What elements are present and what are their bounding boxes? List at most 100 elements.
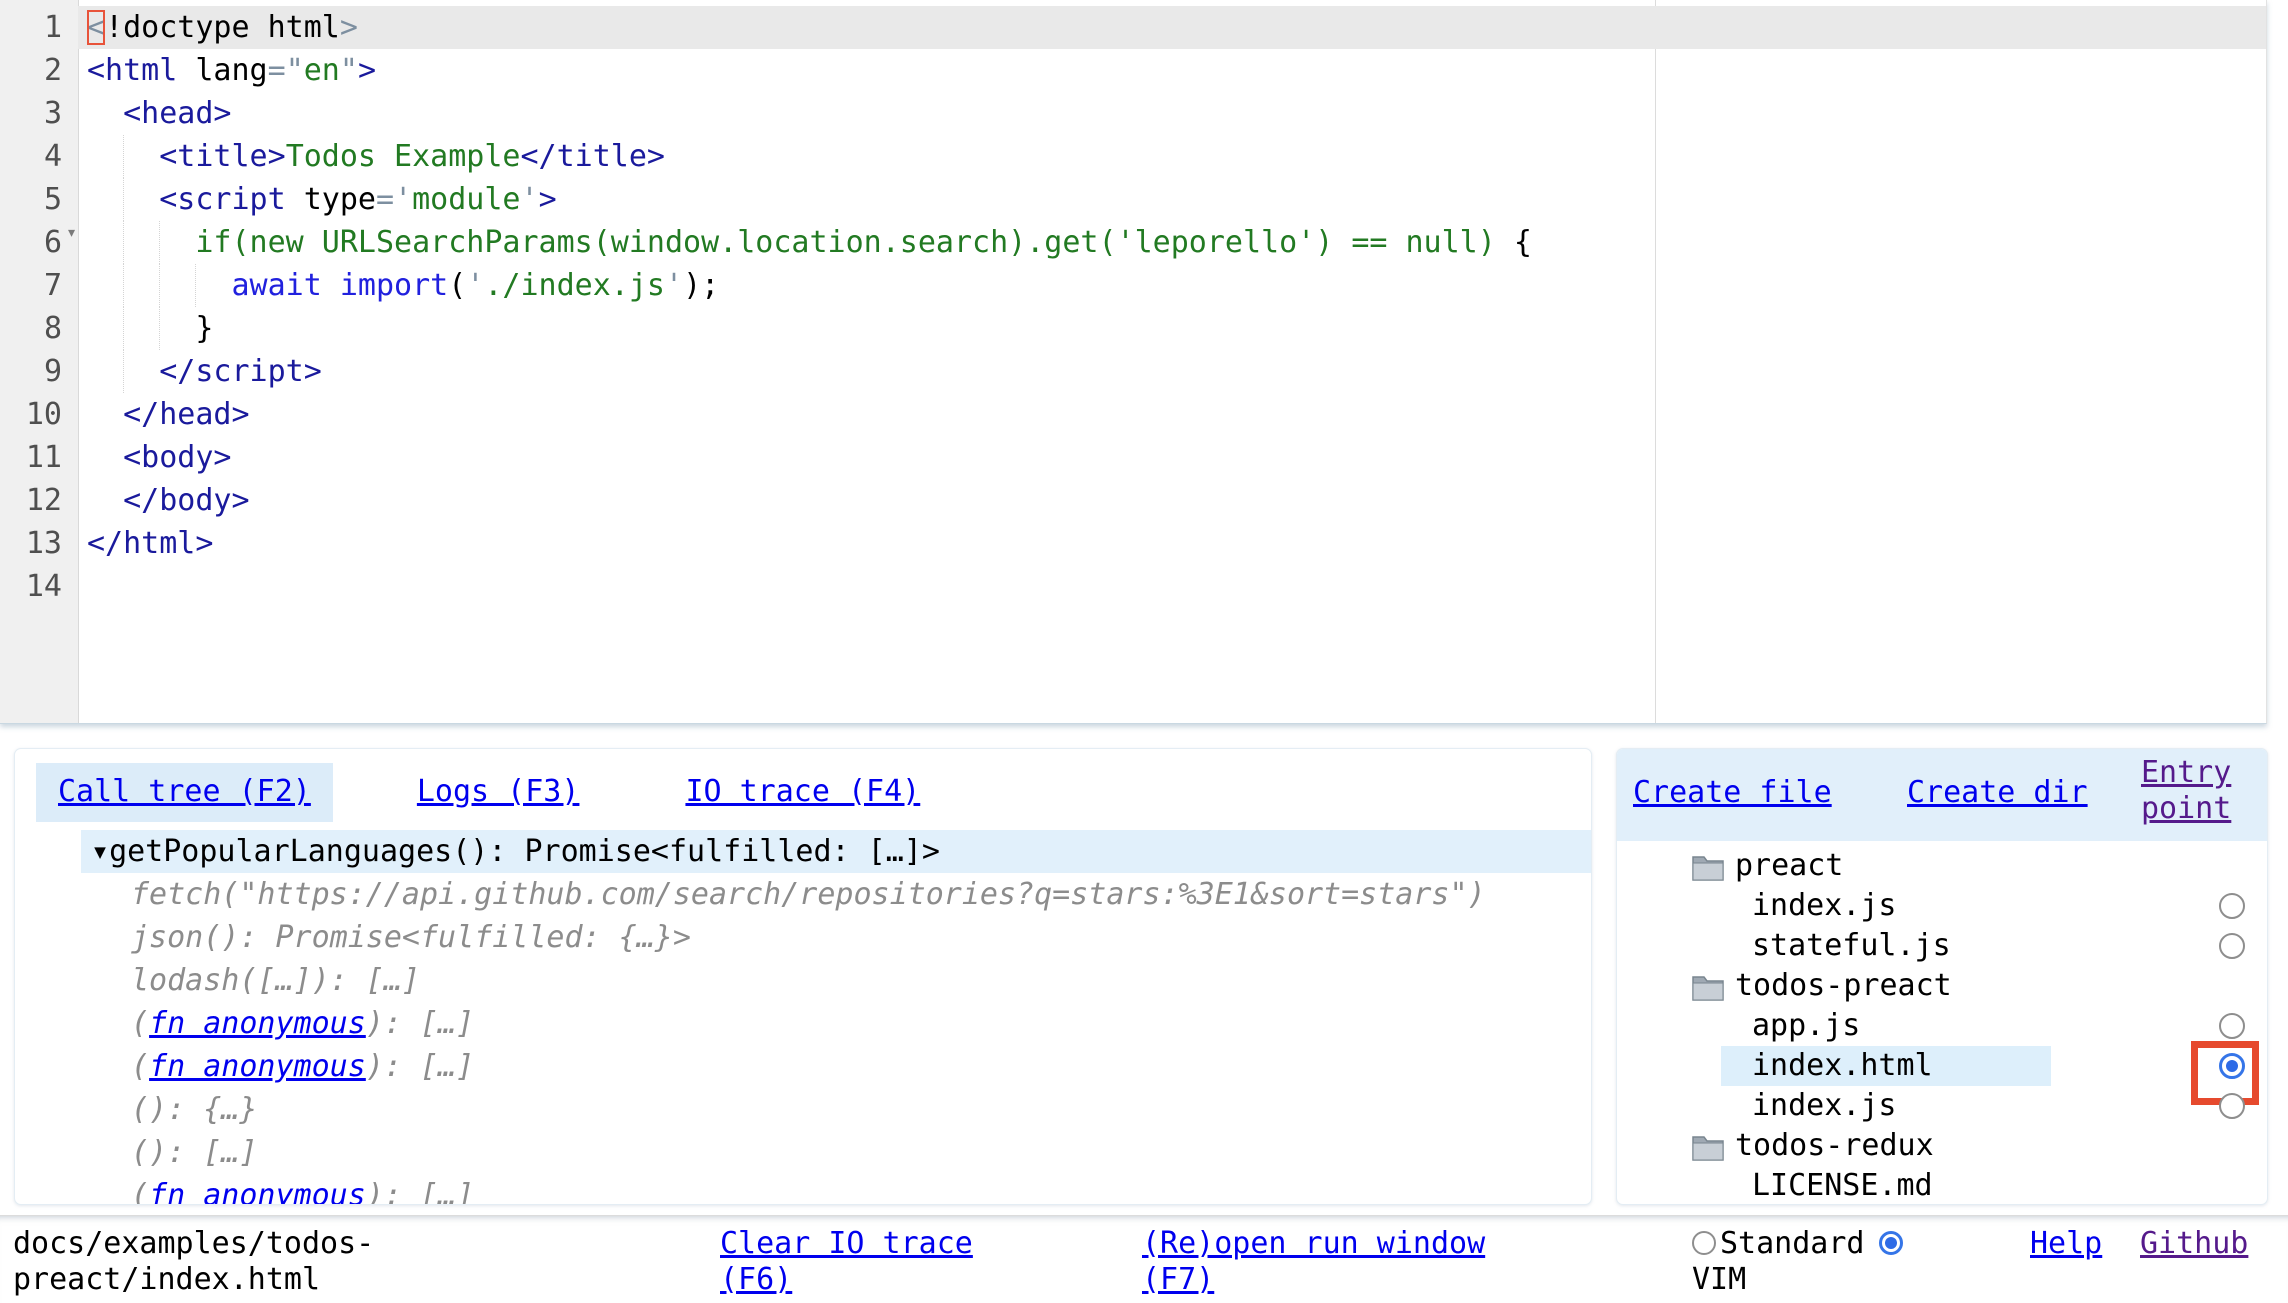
file-row-index.js[interactable]: index.js	[1617, 886, 2267, 926]
call-tree-panel: Call tree (F2) Logs (F3) IO trace (F4) ▾ge…	[14, 748, 1592, 1205]
keybinding-label-standard[interactable]: Standard	[1720, 1226, 1865, 1261]
folder-name[interactable]: todos-redux	[1735, 1126, 1934, 1166]
line-number: 6▾	[0, 221, 78, 264]
call-tree-row[interactable]: lodash([…]): […]	[15, 959, 1591, 1002]
text-cursor: <	[87, 10, 105, 45]
indent-guide	[123, 307, 124, 350]
file-name[interactable]: stateful.js	[1752, 926, 1951, 966]
path-line: docs/examples/todos-	[13, 1226, 443, 1262]
file-name-cell[interactable]: index.js	[1721, 886, 2051, 926]
tab-io[interactable]: IO trace (F4)	[663, 763, 942, 822]
code-text: </head>	[78, 393, 2266, 436]
file-name[interactable]: index.js	[1752, 886, 1897, 926]
file-name[interactable]: index.html	[1752, 1046, 1933, 1086]
collapse-arrow-icon[interactable]: ▾	[91, 834, 109, 869]
create-file-link[interactable]: Create file	[1633, 775, 1832, 810]
function-link[interactable]: fn anonymous	[149, 1178, 366, 1206]
create-dir-link[interactable]: Create dir	[1907, 775, 2088, 810]
folder-row-preact[interactable]: preact	[1617, 846, 2267, 886]
code-line[interactable]: 7 await import('./index.js');	[0, 264, 2266, 307]
code-line[interactable]: 6▾ if(new URLSearchParams(window.locatio…	[0, 221, 2266, 264]
file-name-cell[interactable]: index.html	[1721, 1046, 2051, 1086]
line-number: 12	[0, 479, 78, 522]
line-number: 11	[0, 436, 78, 479]
code-text: if(new URLSearchParams(window.location.s…	[78, 221, 2266, 264]
file-row-index.html[interactable]: index.html	[1617, 1046, 2267, 1086]
file-name[interactable]: index.js	[1752, 1086, 1897, 1126]
code-text: </html>	[78, 522, 2266, 565]
code-text: <!doctype html>	[78, 6, 2266, 49]
code-text: <html lang="en">	[78, 49, 2266, 92]
file-browser-panel: Create file Create dir Entry point preac…	[1616, 748, 2268, 1205]
line-number: 14	[0, 565, 78, 608]
folder-name[interactable]: preact	[1735, 846, 1843, 886]
call-tree-row[interactable]: fetch("https://api.github.com/search/rep…	[15, 873, 1591, 916]
function-link[interactable]: fn anonymous	[149, 1049, 366, 1084]
code-line[interactable]: 9 </script>	[0, 350, 2266, 393]
line-number: 9	[0, 350, 78, 393]
entry-point-link[interactable]: Entry point	[2141, 755, 2253, 827]
reopen-run-window-link[interactable]: (Re)open run window (F7)	[1142, 1226, 1534, 1298]
file-row-app.js[interactable]: app.js	[1617, 1006, 2267, 1046]
file-row-stateful.js[interactable]: stateful.js	[1617, 926, 2267, 966]
function-link[interactable]: fn anonymous	[149, 1006, 366, 1041]
line-number: 3	[0, 92, 78, 135]
keybindings-switch: StandardVIM	[1692, 1226, 1954, 1298]
file-name[interactable]: LICENSE.md	[1752, 1166, 1933, 1205]
keybinding-radio-vim[interactable]	[1879, 1231, 1903, 1255]
file-row-index.js[interactable]: index.js	[1617, 1086, 2267, 1126]
code-editor[interactable]: 1<!doctype html>2<html lang="en">3 <head…	[0, 0, 2267, 724]
fold-arrow-icon[interactable]: ▾	[66, 224, 77, 242]
file-name-cell[interactable]: app.js	[1721, 1006, 2051, 1046]
code-text: <body>	[78, 436, 2266, 479]
code-line[interactable]: 1<!doctype html>	[0, 6, 2266, 49]
file-row-LICENSE.md[interactable]: LICENSE.md	[1617, 1166, 2267, 1205]
code-line[interactable]: 2<html lang="en">	[0, 49, 2266, 92]
entry-point-radio[interactable]	[2219, 1013, 2245, 1039]
line-number: 5	[0, 178, 78, 221]
call-tree-row[interactable]: (): {…}	[15, 1088, 1591, 1131]
code-line[interactable]: 13</html>	[0, 522, 2266, 565]
github-link[interactable]: Github	[2140, 1226, 2248, 1262]
call-tree-row[interactable]: ▾getPopularLanguages(): Promise<fulfille…	[81, 830, 1591, 873]
file-name-cell[interactable]: index.js	[1721, 1086, 2051, 1126]
entry-point-radio[interactable]	[2219, 1093, 2245, 1119]
indent-guide	[123, 264, 124, 307]
code-line[interactable]: 4 <title>Todos Example</title>	[0, 135, 2266, 178]
entry-point-radio[interactable]	[2219, 933, 2245, 959]
code-line[interactable]: 12 </body>	[0, 479, 2266, 522]
call-tree-row[interactable]: (): […]	[15, 1131, 1591, 1174]
call-tree-row[interactable]: json(): Promise<fulfilled: {…}>	[15, 916, 1591, 959]
code-line[interactable]: 5 <script type='module'>	[0, 178, 2266, 221]
entry-point-radio[interactable]	[2219, 893, 2245, 919]
tab-logs[interactable]: Logs (F3)	[395, 763, 602, 822]
code-text	[78, 565, 2266, 608]
file-name-cell[interactable]: stateful.js	[1721, 926, 2051, 966]
entry-point-radio[interactable]	[2219, 1053, 2245, 1079]
line-number: 13	[0, 522, 78, 565]
code-line[interactable]: 11 <body>	[0, 436, 2266, 479]
indent-guide	[123, 135, 124, 178]
folder-name[interactable]: todos-preact	[1735, 966, 1952, 1006]
file-name-cell[interactable]: LICENSE.md	[1721, 1166, 2051, 1205]
clear-io-trace-link[interactable]: Clear IO trace (F6)	[720, 1226, 1020, 1298]
tab-call[interactable]: Call tree (F2)	[36, 763, 333, 822]
folder-row-todos-preact[interactable]: todos-preact	[1617, 966, 2267, 1006]
code-line[interactable]: 3 <head>	[0, 92, 2266, 135]
keybinding-radio-standard[interactable]	[1692, 1231, 1716, 1255]
call-tree-row[interactable]: (fn anonymous): […]	[15, 1045, 1591, 1088]
indent-guide	[159, 221, 160, 264]
file-name[interactable]: app.js	[1752, 1006, 1860, 1046]
line-number: 2	[0, 49, 78, 92]
keybinding-label-vim[interactable]: VIM	[1692, 1262, 1746, 1297]
call-tree-row[interactable]: (fn anonymous): […]	[15, 1002, 1591, 1045]
indent-guide	[123, 221, 124, 264]
indent-guide	[195, 264, 196, 307]
code-line[interactable]: 14	[0, 565, 2266, 608]
folder-row-todos-redux[interactable]: todos-redux	[1617, 1126, 2267, 1166]
code-line[interactable]: 10 </head>	[0, 393, 2266, 436]
help-link[interactable]: Help	[2030, 1226, 2102, 1262]
code-text: <script type='module'>	[78, 178, 2266, 221]
call-tree-row[interactable]: (fn anonymous): […]	[15, 1174, 1591, 1206]
code-line[interactable]: 8 }	[0, 307, 2266, 350]
